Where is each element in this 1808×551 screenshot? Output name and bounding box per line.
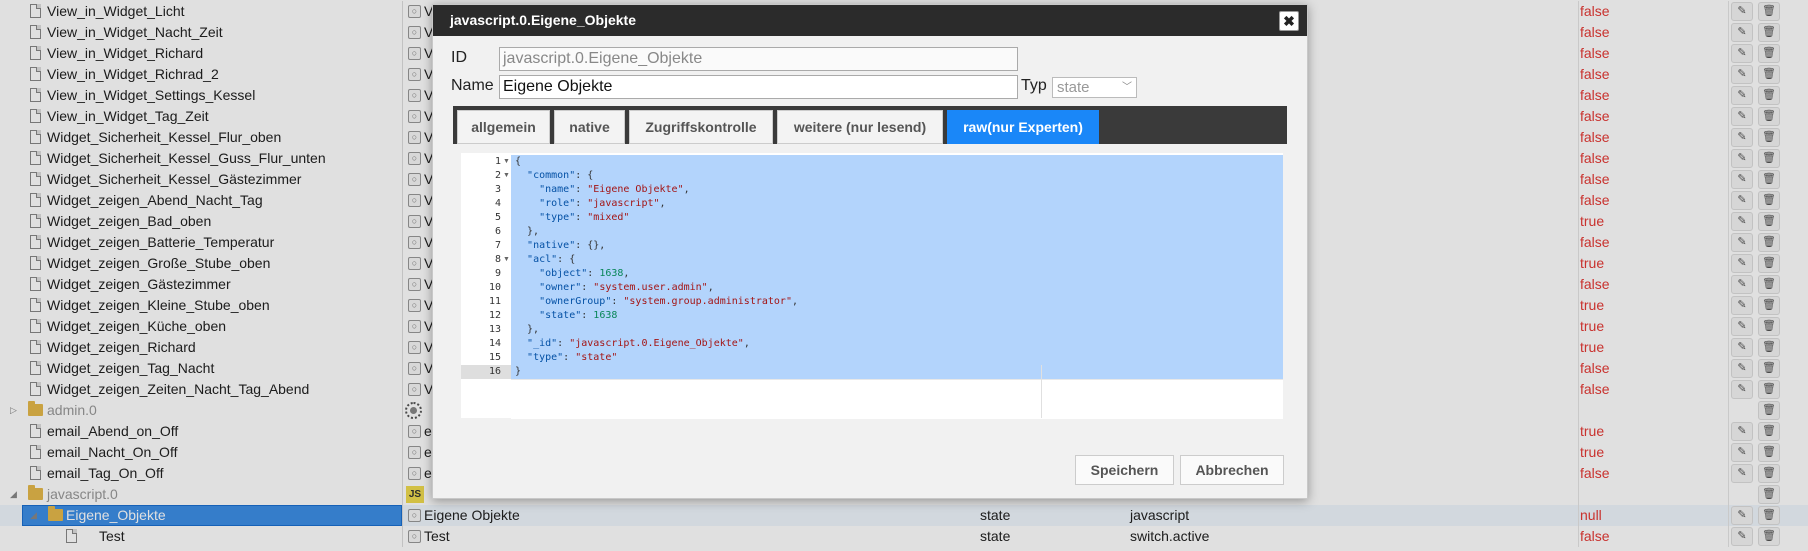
tab-native[interactable]: native — [554, 110, 625, 144]
code-line: "native": {}, — [527, 240, 606, 251]
line-number: 6 — [494, 226, 501, 237]
line-number: 7 — [494, 240, 501, 251]
code-line: "common": { — [527, 170, 594, 181]
code-line: "name": "Eigene Objekte", — [539, 184, 690, 195]
code-line: "state": 1638 — [539, 310, 618, 321]
fold-toggle-icon[interactable]: ▼ — [503, 158, 510, 165]
cancel-button[interactable]: Abbrechen — [1180, 455, 1284, 485]
tab-allgemein[interactable]: allgemein — [457, 110, 550, 144]
chevron-down-icon: ﹀ — [1122, 82, 1132, 93]
line-number: 12 — [488, 310, 501, 321]
id-label: ID — [451, 49, 467, 66]
tab-bar: allgemein native Zugriffskontrolle weite… — [453, 106, 1287, 144]
code-line: }, — [515, 324, 540, 335]
code-line: { — [515, 156, 522, 167]
code-line: } — [515, 366, 522, 377]
fold-toggle-icon[interactable]: ▼ — [503, 256, 510, 263]
line-number: 11 — [488, 296, 501, 307]
editor-divider — [1041, 365, 1042, 418]
line-number: 5 — [494, 212, 501, 223]
code-line: "owner": "system.user.admin", — [539, 282, 714, 293]
line-number: 10 — [488, 282, 501, 293]
close-icon[interactable]: ✖ — [1279, 11, 1299, 31]
tab-weitere[interactable]: weitere (nur lesend) — [777, 110, 943, 144]
name-label: Name — [451, 77, 494, 94]
line-number: 14 — [488, 338, 501, 349]
tab-raw[interactable]: raw(nur Experten) — [947, 110, 1099, 144]
typ-select-value: state — [1057, 79, 1090, 96]
code-line: "_id": "javascript.0.Eigene_Objekte", — [527, 338, 750, 349]
code-line: "acl": { — [527, 254, 576, 265]
save-button[interactable]: Speichern — [1075, 455, 1174, 485]
fold-toggle-icon[interactable]: ▼ — [503, 172, 510, 179]
tab-zugriffskontrolle[interactable]: Zugriffskontrolle — [629, 110, 773, 144]
name-field[interactable]: Eigene Objekte — [499, 75, 1018, 99]
typ-label: Typ — [1021, 77, 1047, 94]
code-line: "type": "state" — [527, 352, 618, 363]
line-number: 3 — [494, 184, 501, 195]
json-editor[interactable]: 1 ▼ 2 ▼ 3 4 5 6 7 8 ▼ 9 10 11 12 13 14 15 16 { "common": {… — [461, 153, 1283, 419]
line-number: 15 — [488, 352, 501, 363]
code-line: "role": "javascript", — [539, 198, 666, 209]
code-line: "ownerGroup": "system.group.administrato… — [539, 296, 798, 307]
edit-object-dialog: javascript.0.Eigene_Objekte ✖ ID javascr… — [432, 4, 1308, 499]
code-line: "object": 1638, — [539, 268, 630, 279]
dialog-title: javascript.0.Eigene_Objekte — [433, 5, 1307, 36]
line-number: 16 — [461, 365, 511, 379]
line-number: 9 — [494, 268, 501, 279]
code-line: }, — [515, 226, 540, 237]
code-empty-area — [511, 379, 1283, 419]
typ-select[interactable]: state ﹀ — [1052, 77, 1137, 98]
line-gutter: 1 ▼ 2 ▼ 3 4 5 6 7 8 ▼ 9 10 11 12 13 14 15 16 — [461, 153, 511, 418]
id-field[interactable]: javascript.0.Eigene_Objekte — [499, 47, 1018, 71]
code-line: "type": "mixed" — [539, 212, 630, 223]
line-number: 4 — [494, 198, 501, 209]
line-number: 13 — [488, 324, 501, 335]
